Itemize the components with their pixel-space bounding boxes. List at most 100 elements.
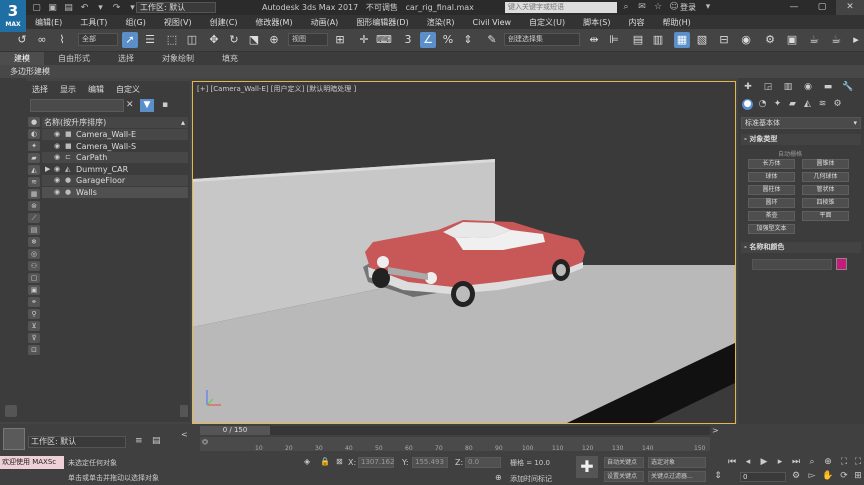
communication-icon[interactable]: ☆ — [652, 2, 664, 13]
torus-button[interactable]: 圆环 — [748, 198, 795, 208]
geometry-category-icon[interactable]: ● — [742, 99, 753, 110]
maximize-viewport-icon[interactable]: ⊞ — [852, 471, 864, 482]
maximize-button[interactable]: ▢ — [808, 0, 836, 15]
textplus-button[interactable]: 加强型文本 — [748, 224, 795, 234]
ribbon-tab-freeform[interactable]: 自由形式 — [44, 52, 104, 65]
box-button[interactable]: 长方体 — [748, 159, 795, 169]
auto-key-button[interactable]: 自动关键点 — [604, 457, 644, 468]
sx-menu-select[interactable]: 选择 — [32, 84, 48, 95]
visibility-eye-icon[interactable]: ◉ — [54, 187, 60, 198]
hierarchy-tab-icon[interactable]: ▥ — [782, 82, 794, 93]
scene-explorer-search-input[interactable] — [30, 99, 124, 112]
menu-edit[interactable]: 编辑(E) — [26, 17, 71, 28]
key-filters-button[interactable]: 关键点过滤器... — [648, 471, 706, 482]
ribbon-tab-object-paint[interactable]: 对象绘制 — [148, 52, 208, 65]
pivot-center-icon[interactable]: ⊞ — [332, 32, 348, 48]
reference-coord-dropdown[interactable]: 视图 — [288, 33, 328, 46]
display-tab-icon[interactable]: ▬ — [822, 82, 834, 93]
display-cameras-icon[interactable]: ▰ — [28, 153, 40, 163]
material-editor-icon[interactable]: ◉ — [738, 32, 754, 48]
menu-animation[interactable]: 动画(A) — [302, 17, 348, 28]
spinner-snap-icon[interactable]: ⇕ — [460, 32, 476, 48]
scene-explorer-column-header[interactable]: 名称(按升序排序) ▴ — [42, 117, 188, 128]
time-config-icon[interactable]: ⚙ — [790, 471, 802, 482]
current-frame-input[interactable]: 0 — [740, 472, 786, 482]
display-shapes-icon[interactable]: ◐ — [28, 129, 40, 139]
tube-button[interactable]: 管状体 — [802, 185, 849, 195]
lights-category-icon[interactable]: ✦ — [772, 99, 783, 110]
scene-item-walls[interactable]: ◉ ● Walls — [42, 187, 188, 198]
absolute-mode-icon[interactable]: ⊠ — [336, 457, 343, 466]
set-key-mode-button[interactable]: 设置关键点 — [604, 471, 644, 482]
open-file-icon[interactable]: ▣ — [46, 2, 59, 14]
visibility-eye-icon[interactable]: ◉ — [54, 164, 60, 175]
utilities-tab-icon[interactable]: 🔧 — [842, 82, 854, 93]
prev-frame-icon[interactable]: ◂ — [742, 457, 754, 468]
menu-scripting[interactable]: 脚本(S) — [574, 17, 619, 28]
lock-icon[interactable]: ▪ — [162, 100, 168, 110]
curve-editor-icon[interactable]: ▧ — [694, 32, 710, 48]
plane-button[interactable]: 平面 — [802, 211, 849, 221]
viewport-label-menu[interactable]: [+] [Camera_Wall-E] [用户定义] [默认明暗处理 ] — [197, 84, 356, 94]
search-icon[interactable]: ⌕ — [620, 2, 632, 13]
pan-icon[interactable]: ✋ — [822, 471, 834, 482]
spacewarps-category-icon[interactable]: ≋ — [817, 99, 828, 110]
time-tag-icon[interactable]: ⊕ — [495, 473, 502, 482]
schematic-view-icon[interactable]: ⊟ — [716, 32, 732, 48]
display-invert-icon[interactable]: ▣ — [28, 285, 40, 295]
menu-views[interactable]: 视图(V) — [155, 17, 201, 28]
object-type-rollout[interactable]: - 对象类型 — [741, 134, 861, 145]
menu-civil-view[interactable]: Civil View — [464, 18, 521, 27]
menu-rendering[interactable]: 渲染(R) — [418, 17, 464, 28]
y-coordinate-input[interactable]: 155.493 — [412, 457, 448, 468]
menu-modifiers[interactable]: 修改器(M) — [246, 17, 301, 28]
display-bones-icon[interactable]: ⟋ — [28, 213, 40, 223]
sphere-button[interactable]: 球体 — [748, 172, 795, 182]
menu-graph-editors[interactable]: 图形编辑器(D) — [347, 17, 417, 28]
time-slider-next-icon[interactable]: > — [712, 426, 719, 435]
object-name-input[interactable] — [752, 259, 832, 270]
app-logo-button[interactable]: 3 MAX — [0, 0, 26, 32]
motion-tab-icon[interactable]: ◉ — [802, 82, 814, 93]
expand-arrow-icon[interactable]: ▶ — [45, 164, 50, 175]
helpers-category-icon[interactable]: ◭ — [802, 99, 813, 110]
viewport-camera[interactable] — [192, 81, 736, 424]
align-icon[interactable]: ⊫ — [606, 32, 622, 48]
login-button[interactable]: 登录 — [680, 2, 696, 13]
menu-create[interactable]: 创建(C) — [201, 17, 247, 28]
geosphere-button[interactable]: 几何球体 — [802, 172, 849, 182]
time-slider[interactable] — [200, 426, 710, 435]
systems-category-icon[interactable]: ⚙ — [832, 99, 843, 110]
viewport-layout-icon[interactable] — [3, 428, 25, 450]
curve-editor-mini-icon[interactable]: ⏣ — [202, 438, 208, 446]
display-all-icon[interactable]: ⚇ — [28, 261, 40, 271]
user-icon[interactable]: ☺ — [668, 2, 680, 13]
named-selection-dropdown[interactable]: 创建选择集 — [504, 33, 580, 46]
undo-dropdown-icon[interactable]: ▾ — [94, 2, 107, 14]
time-slider-thumb[interactable]: 0 / 150 — [200, 426, 270, 435]
render-active-shade-icon[interactable]: ▸ — [848, 32, 864, 48]
visibility-eye-icon[interactable]: ◉ — [54, 152, 60, 163]
render-setup-icon[interactable]: ⚙ — [762, 32, 778, 48]
ribbon-toggle-icon[interactable]: ▦ — [674, 32, 690, 48]
filter-icon[interactable]: ▼ — [140, 99, 154, 112]
layer-toggle-icon[interactable]: ≡ — [135, 436, 143, 446]
key-mode-icon[interactable]: ⇕ — [712, 471, 724, 482]
subscription-icon[interactable]: ✉ — [636, 2, 648, 13]
selection-filter-dropdown[interactable]: 全部 — [78, 33, 118, 46]
track-bar[interactable] — [200, 437, 710, 451]
set-key-icon[interactable]: ✚ — [576, 456, 598, 478]
scene-item-camera-wall-s[interactable]: ◉ ■ Camera_Wall-S — [42, 141, 188, 152]
cameras-category-icon[interactable]: ▰ — [787, 99, 798, 110]
name-color-rollout[interactable]: - 名称和颜色 — [741, 242, 861, 253]
scene-item-garagefloor[interactable]: ◉ ● GarageFloor — [42, 175, 188, 186]
select-by-name-icon[interactable]: ☰ — [142, 32, 158, 48]
scene-item-dummy-car[interactable]: ▶ ◉ ◭ Dummy_CAR — [42, 164, 188, 175]
display-helpers-icon[interactable]: ◭ — [28, 165, 40, 175]
close-button[interactable]: ✕ — [836, 0, 864, 15]
login-dropdown-icon[interactable]: ▾ — [702, 2, 714, 13]
scroll-icon[interactable] — [5, 405, 17, 417]
placement-icon[interactable]: ⊕ — [266, 32, 282, 48]
pyramid-button[interactable]: 四棱锥 — [802, 198, 849, 208]
display-hidden-icon[interactable]: ◎ — [28, 249, 40, 259]
